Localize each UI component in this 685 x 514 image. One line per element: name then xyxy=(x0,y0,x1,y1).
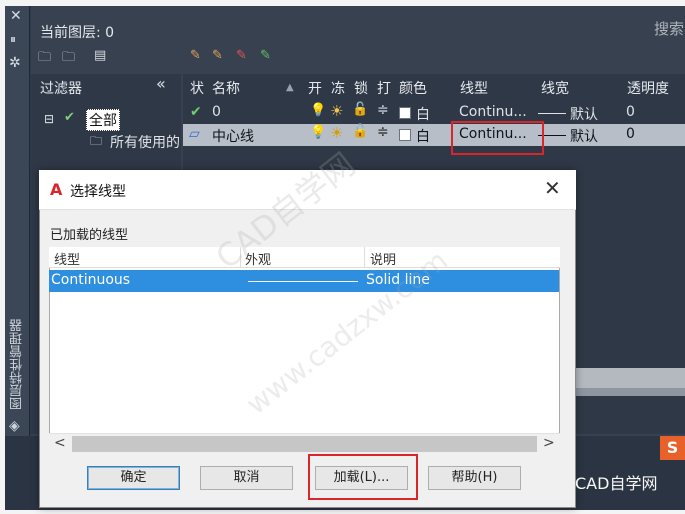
layer-name[interactable]: 中心线 xyxy=(212,126,254,146)
ok-button[interactable]: 确定 xyxy=(87,466,180,490)
close-icon[interactable]: ✕ xyxy=(544,176,561,200)
sun-icon[interactable]: ☀ xyxy=(330,102,343,120)
column-divider[interactable] xyxy=(364,247,365,268)
site-badge: S xyxy=(660,436,685,460)
dialog-title: 选择线型 xyxy=(70,184,126,200)
layer-color[interactable]: 白 xyxy=(416,126,430,146)
col-description-header[interactable]: 说明 xyxy=(370,249,396,268)
col-transparency[interactable]: 透明度 xyxy=(627,78,669,98)
loaded-linetypes-label: 已加载的线型 xyxy=(50,228,129,243)
col-on[interactable]: 开 xyxy=(308,78,322,98)
layers-icon[interactable]: ◈ xyxy=(9,418,20,434)
sun-icon[interactable]: ☀ xyxy=(330,124,343,142)
close-icon[interactable]: ✕ xyxy=(10,8,22,24)
linetype-highlight xyxy=(451,121,544,155)
unlock-icon[interactable]: 🔓 xyxy=(352,102,368,117)
col-lineweight[interactable]: 线宽 xyxy=(541,78,569,98)
layer-lineweight[interactable]: 默认 xyxy=(570,126,598,146)
bulb-on-icon[interactable]: 💡 xyxy=(310,125,326,140)
unlock-icon[interactable]: 🔓 xyxy=(352,124,368,139)
tree-all-used[interactable]: 所有使用的 xyxy=(110,132,180,152)
layer-status-icon: ▱ xyxy=(189,126,200,142)
layer-transparency[interactable]: 0 xyxy=(626,104,635,120)
watermark-label: CAD自学网 xyxy=(575,474,658,493)
col-lock[interactable]: 锁 xyxy=(354,78,368,98)
layer-state-icon[interactable]: ▤ xyxy=(94,48,106,63)
linetype-name[interactable]: Continuous xyxy=(51,272,130,288)
collapse-filters-icon[interactable]: « xyxy=(156,74,166,93)
scroll-left-icon[interactable]: < xyxy=(54,435,66,451)
tree-all[interactable]: 全部 xyxy=(86,109,120,131)
col-freeze[interactable]: 冻 xyxy=(331,78,345,98)
layer-row-selected[interactable] xyxy=(183,124,685,146)
used-filter-icon: 🗀 xyxy=(90,134,103,148)
filters-label: 过滤器 xyxy=(40,81,82,97)
grid-scrollbar-track xyxy=(576,388,685,396)
layer-name[interactable]: 0 xyxy=(212,104,221,120)
printer-icon[interactable]: ≑ xyxy=(377,102,389,118)
scroll-right-icon[interactable]: > xyxy=(543,435,555,451)
layer-linetype[interactable]: Continu... xyxy=(459,104,527,120)
scrollbar-thumb[interactable] xyxy=(72,436,537,452)
layer-row[interactable] xyxy=(183,102,685,124)
new-filter-icon[interactable]: 🗀 xyxy=(38,48,51,70)
color-swatch[interactable] xyxy=(399,129,411,141)
col-status[interactable]: 状 xyxy=(190,78,204,98)
current-layer-label: 当前图层: 0 xyxy=(40,25,115,41)
autocad-logo-icon: A xyxy=(50,180,63,199)
load-button-highlight xyxy=(308,454,418,500)
color-swatch[interactable] xyxy=(399,107,411,119)
col-plot[interactable]: 打 xyxy=(377,78,391,98)
current-status-icon: ✔ xyxy=(190,104,202,120)
col-color[interactable]: 颜色 xyxy=(399,78,427,98)
linetype-appearance xyxy=(248,281,358,282)
help-button[interactable]: 帮助(H) xyxy=(428,466,521,490)
lineweight-sample xyxy=(538,113,566,114)
new-group-filter-icon[interactable]: 🗀 xyxy=(62,48,75,70)
linetype-list-header xyxy=(49,247,560,268)
cancel-button[interactable]: 取消 xyxy=(200,466,293,490)
new-layer-icon[interactable]: ✎ xyxy=(190,48,201,63)
side-title: 图层特性管理器 xyxy=(10,319,25,410)
col-linetype[interactable]: 线型 xyxy=(460,78,488,98)
printer-icon[interactable]: ≑ xyxy=(377,124,389,140)
new-layer-vp-frozen-icon[interactable]: ✎ xyxy=(212,48,223,63)
tree-expand-icon[interactable]: ⊟ xyxy=(44,112,54,126)
autohide-icon[interactable]: ⏸ xyxy=(10,32,16,47)
layer-color[interactable]: 白 xyxy=(416,104,430,124)
set-current-icon[interactable]: ✎ xyxy=(260,48,271,63)
delete-layer-icon[interactable]: ✎ xyxy=(236,48,247,63)
grid-scrollbar[interactable] xyxy=(576,368,685,388)
layer-manager-side-strip xyxy=(5,6,30,510)
layer-lineweight[interactable]: 默认 xyxy=(570,104,598,124)
col-linetype-header[interactable]: 线型 xyxy=(54,249,80,268)
wechat-icon: ✿ xyxy=(553,472,565,488)
layer-transparency[interactable]: 0 xyxy=(626,126,635,142)
bulb-on-icon[interactable]: 💡 xyxy=(310,103,326,118)
properties-icon[interactable]: ✲ xyxy=(9,55,21,71)
sort-up-icon: ▲ xyxy=(286,82,294,93)
col-name[interactable]: 名称 xyxy=(212,78,240,98)
search-input[interactable]: 搜索 xyxy=(654,18,684,39)
all-filter-icon: ✔ xyxy=(64,110,75,125)
